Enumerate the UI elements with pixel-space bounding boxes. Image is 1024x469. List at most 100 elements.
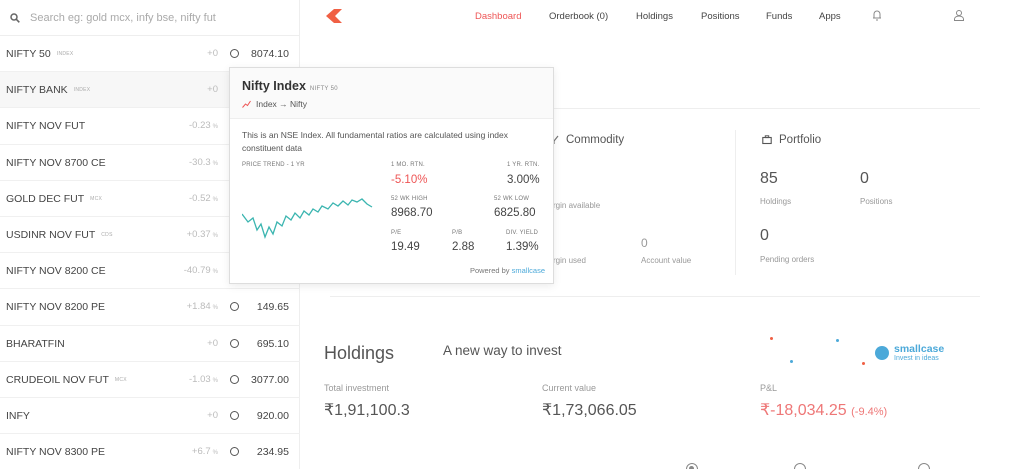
change-value: -0.52: [189, 192, 211, 204]
price-direction-icon: [230, 410, 239, 420]
change-value: -1.03: [189, 373, 211, 385]
powered-by-brand[interactable]: smallcase: [512, 266, 545, 275]
watchlist-row[interactable]: CRUDEOIL NOV FUT MCX -1.03% 3077.00: [0, 362, 300, 398]
promo-dot: [836, 339, 839, 342]
portfolio-holdings-label: Holdings: [760, 197, 792, 206]
watchlist-row[interactable]: NIFTY NOV 8200 PE +1.84% 149.65: [0, 289, 300, 326]
pnl-amount: ₹-18,034.25: [760, 402, 847, 419]
change-value: -40.79: [183, 265, 211, 277]
instrument-name: CRUDEOIL NOV FUT: [6, 373, 109, 386]
div-yield-value: 1.39%: [506, 241, 539, 253]
smallcase-brand[interactable]: smallcase: [894, 343, 944, 355]
52wk-low-label: 52 WK LOW: [494, 196, 530, 202]
last-traded-price: 3077.00: [251, 373, 289, 386]
change-percent: +6.7%: [192, 446, 218, 457]
commodity-title: Commodity: [549, 134, 624, 146]
last-traded-price: 149.65: [256, 301, 289, 314]
kite-dashboard: NIFTY 50 INDEX +0 8074.10 NIFTY BANK INDEX +0 N…: [0, 0, 1024, 469]
portfolio-positions-label: Positions: [860, 197, 893, 206]
change-percent: +0: [207, 84, 218, 95]
one-month-return-label: 1 MO. RTN.: [391, 162, 425, 168]
instrument-name: USDINR NOV FUT: [6, 228, 96, 241]
bell-icon[interactable]: [871, 9, 883, 21]
promo-dot: [770, 337, 773, 340]
search-bar[interactable]: [0, 0, 300, 36]
change-value: -0.23: [189, 120, 211, 132]
52wk-high-label: 52 WK HIGH: [391, 196, 428, 202]
portfolio-title: Portfolio: [762, 134, 821, 146]
account-value-label: Account value: [641, 256, 692, 265]
nav-dashboard[interactable]: Dashboard: [475, 11, 521, 22]
52wk-low: 6825.80: [494, 207, 536, 219]
top-header: Dashboard Orderbook (0) Holdings Positio…: [300, 0, 1000, 36]
change-unit: %: [212, 450, 218, 457]
promo-text: A new way to invest: [443, 343, 562, 358]
smallcase-promo[interactable]: A new way to invest: [443, 343, 562, 358]
instrument-name: INFY: [6, 409, 30, 422]
instrument-name: NIFTY BANK: [6, 84, 68, 97]
current-value: ₹1,73,066.05: [542, 402, 637, 419]
instrument-name: NIFTY NOV 8300 PE: [6, 446, 106, 459]
trend-icon: [242, 100, 251, 108]
watchlist-row[interactable]: INFY +0 920.00: [0, 398, 300, 435]
change-percent: +0.37%: [187, 229, 218, 240]
instrument-name: NIFTY NOV 8200 CE: [6, 265, 106, 278]
change-unit: %: [212, 269, 218, 276]
nav-apps[interactable]: Apps: [819, 11, 841, 22]
instrument-label: NIFTY BANK INDEX: [6, 84, 90, 96]
total-investment-label: Total investment: [324, 383, 390, 393]
briefcase-icon: [762, 135, 772, 145]
popover-category[interactable]: Index → Nifty: [242, 99, 307, 109]
change-value: +0: [207, 48, 218, 59]
holdings-view-radio[interactable]: [686, 463, 698, 469]
instrument-info-popover: Nifty Index NIFTY 50 Index → Nifty This i…: [229, 67, 554, 284]
pe-label: P/E: [391, 230, 402, 236]
nav-positions[interactable]: Positions: [701, 11, 740, 22]
exchange-tag: MCX: [90, 195, 103, 202]
holdings-view-radio[interactable]: [918, 463, 930, 469]
pb-value: 2.88: [452, 241, 475, 253]
change-percent: +0: [207, 410, 218, 421]
change-percent: -0.52%: [189, 193, 218, 204]
last-traded-price: 8074.10: [251, 48, 289, 60]
change-unit: %: [212, 160, 218, 167]
pb-label: P/B: [452, 230, 463, 236]
price-direction-icon: [230, 374, 239, 384]
last-traded-price: 695.10: [256, 337, 289, 350]
nav-orderbook[interactable]: Orderbook (0): [549, 11, 608, 22]
divider: [330, 296, 980, 297]
nav-holdings[interactable]: Holdings: [636, 11, 673, 22]
exchange-tag: INDEX: [56, 51, 74, 58]
instrument-name: NIFTY NOV FUT: [6, 120, 86, 133]
instrument-label: CRUDEOIL NOV FUT MCX: [6, 374, 127, 386]
watchlist-row[interactable]: NIFTY NOV 8300 PE +6.7% 234.95: [0, 434, 300, 469]
account-value: 0: [641, 236, 648, 250]
change-value: +6.7: [191, 446, 211, 458]
pnl-percent: (-9.4%): [851, 406, 888, 418]
change-percent: -0.23%: [189, 120, 218, 131]
pending-orders-count: 0: [760, 227, 769, 244]
user-icon[interactable]: [953, 9, 965, 21]
price-direction-icon: [230, 338, 239, 348]
instrument-name: GOLD DEC FUT: [6, 192, 85, 205]
pe-value: 19.49: [391, 241, 420, 253]
holdings-view-radio[interactable]: [794, 463, 806, 469]
change-percent: +0: [207, 48, 218, 59]
section-divider: [735, 130, 736, 275]
nav-funds[interactable]: Funds: [766, 11, 792, 22]
price-trend-label: PRICE TREND - 1 YR: [242, 162, 305, 168]
change-unit: %: [212, 377, 218, 384]
change-percent: -1.03%: [189, 374, 218, 385]
smallcase-tagline: Invest in ideas: [894, 355, 939, 362]
change-value: +0: [207, 409, 218, 421]
search-input[interactable]: [30, 11, 290, 24]
last-traded-price: 234.95: [256, 446, 289, 459]
change-value: -30.3: [189, 156, 211, 168]
instrument-label: GOLD DEC FUT MCX: [6, 193, 102, 205]
instrument-label: USDINR NOV FUT CDS: [6, 229, 113, 241]
change-percent: -40.79%: [184, 265, 218, 276]
smallcase-logo-icon: [875, 346, 889, 360]
kite-logo[interactable]: [325, 9, 343, 23]
price-direction-icon: [230, 447, 239, 457]
watchlist-row[interactable]: BHARATFIN +0 695.10: [0, 326, 300, 362]
